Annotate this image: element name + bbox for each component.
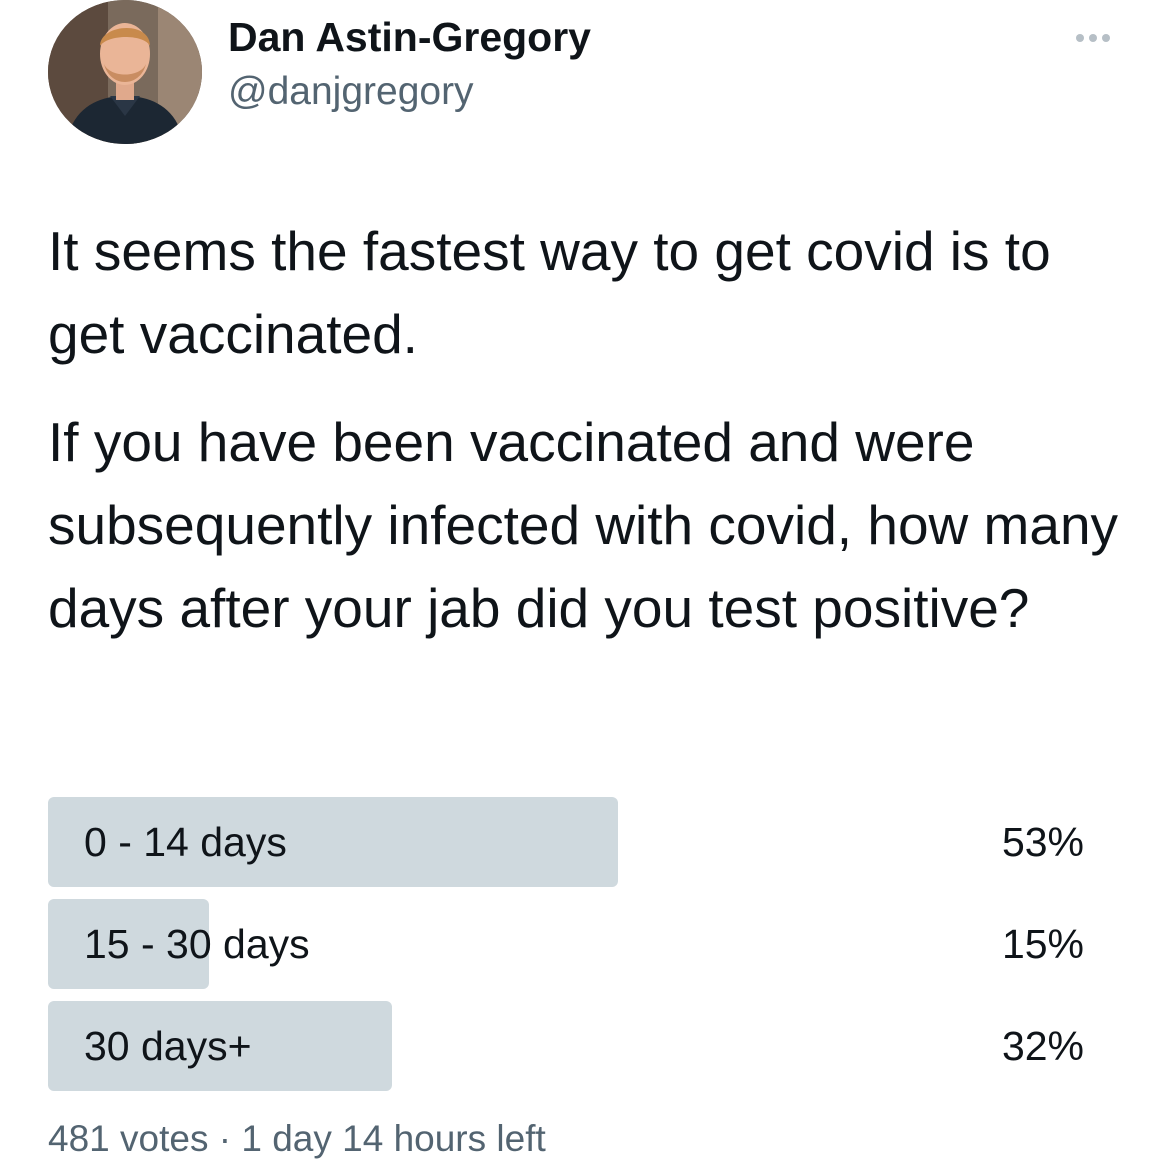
author-display-name[interactable]: Dan Astin-Gregory bbox=[228, 14, 591, 61]
more-dot bbox=[1089, 34, 1097, 42]
poll-footer: 481 votes · 1 day 14 hours left bbox=[48, 1118, 546, 1160]
poll-option-label: 0 - 14 days bbox=[84, 819, 287, 865]
poll-option[interactable]: 15 - 30 days 15% bbox=[48, 899, 1088, 989]
author-handle[interactable]: @danjgregory bbox=[228, 70, 474, 114]
poll-option[interactable]: 30 days+ 32% bbox=[48, 1001, 1088, 1091]
poll-option[interactable]: 0 - 14 days 53% bbox=[48, 797, 1088, 887]
poll-option-percent: 32% bbox=[1001, 1023, 1084, 1069]
tweet-paragraph: It seems the fastest way to get covid is… bbox=[48, 220, 1051, 365]
poll-option-label: 15 - 30 days bbox=[84, 921, 310, 967]
more-dot bbox=[1102, 34, 1110, 42]
poll-option-label: 30 days+ bbox=[84, 1023, 252, 1069]
tweet-text: It seems the fastest way to get covid is… bbox=[48, 210, 1138, 650]
poll-time-left: 1 day 14 hours left bbox=[241, 1118, 546, 1159]
tweet-paragraph: If you have been vaccinated and were sub… bbox=[48, 411, 1119, 639]
more-horizontal-icon[interactable] bbox=[1068, 20, 1118, 56]
poll-vote-count: 481 votes bbox=[48, 1118, 209, 1159]
poll-option-percent: 15% bbox=[1001, 921, 1084, 967]
more-dot bbox=[1076, 34, 1084, 42]
poll-option-percent: 53% bbox=[1001, 819, 1084, 865]
poll-footer-separator: · bbox=[218, 1118, 232, 1159]
avatar[interactable] bbox=[48, 0, 202, 144]
avatar-image bbox=[48, 0, 202, 144]
